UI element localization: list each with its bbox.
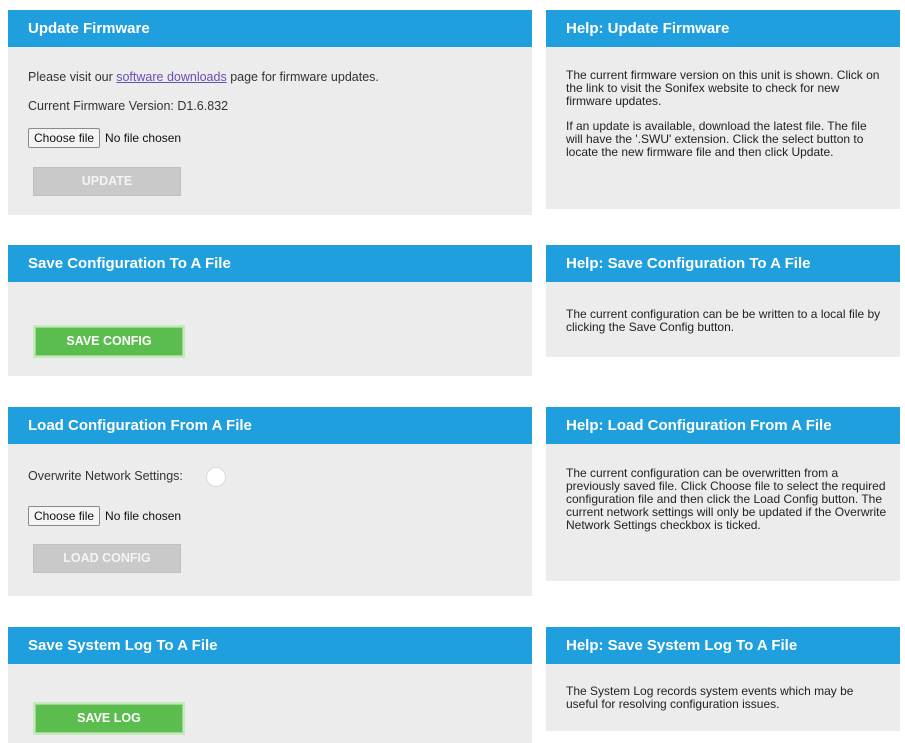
overwrite-network-label: Overwrite Network Settings: [28, 469, 183, 483]
help-save-config-header: Help: Save Configuration To A File [546, 245, 900, 282]
update-firmware-header: Update Firmware [8, 10, 532, 47]
firmware-file-picker: Choose file No file chosen [28, 128, 181, 148]
help-load-config-body: The current configuration can be overwri… [566, 467, 888, 544]
help-save-log-header: Help: Save System Log To A File [546, 627, 900, 664]
help-save-log-p1: The System Log records system events whi… [566, 684, 854, 711]
help-save-log-panel: Help: Save System Log To A File The Syst… [546, 627, 900, 731]
help-update-firmware-header: Help: Update Firmware [546, 10, 900, 47]
firmware-version-label: Current Firmware Version: [28, 99, 174, 113]
help-save-config-p1: The current configuration can be be writ… [566, 307, 881, 334]
save-log-button[interactable]: SAVE LOG [35, 704, 183, 733]
help-update-firmware-p2: If an update is available, download the … [566, 119, 867, 159]
load-config-file-status: No file chosen [105, 509, 182, 523]
firmware-version-value: D1.6.832 [177, 99, 229, 113]
help-update-firmware-panel: Help: Update Firmware The current firmwa… [546, 10, 900, 209]
visit-suffix: page for firmware updates. [226, 70, 379, 84]
firmware-version-text: Current Firmware Version: D1.6.832 [28, 99, 228, 113]
overwrite-network-checkbox[interactable] [206, 467, 226, 487]
help-load-config-header: Help: Load Configuration From A File [546, 407, 900, 444]
load-config-button[interactable]: LOAD CONFIG [33, 544, 181, 573]
help-load-config-panel: Help: Load Configuration From A File The… [546, 407, 900, 581]
save-config-button[interactable]: SAVE CONFIG [35, 327, 183, 356]
save-log-panel: Save System Log To A File SAVE LOG [8, 627, 532, 743]
firmware-visit-text: Please visit our software downloads page… [28, 70, 379, 84]
help-load-config-p1: The current configuration can be overwri… [566, 466, 887, 532]
update-firmware-panel: Update Firmware Please visit our softwar… [8, 10, 532, 215]
save-config-panel: Save Configuration To A File SAVE CONFIG [8, 245, 532, 376]
help-update-firmware-p1: The current firmware version on this uni… [566, 68, 880, 108]
load-config-file-picker: Choose file No file chosen [28, 506, 181, 526]
load-config-panel: Load Configuration From A File Overwrite… [8, 407, 532, 596]
save-config-header: Save Configuration To A File [8, 245, 532, 282]
update-button[interactable]: UPDATE [33, 167, 181, 196]
load-config-header: Load Configuration From A File [8, 407, 532, 444]
software-downloads-link[interactable]: software downloads [116, 70, 226, 84]
firmware-choose-file-button[interactable]: Choose file [28, 128, 101, 148]
help-save-config-body: The current configuration can be be writ… [566, 308, 886, 346]
save-log-header: Save System Log To A File [8, 627, 532, 664]
visit-prefix: Please visit our [28, 70, 117, 84]
help-save-log-body: The System Log records system events whi… [566, 685, 886, 723]
load-config-choose-file-button[interactable]: Choose file [28, 506, 101, 526]
firmware-file-status: No file chosen [105, 131, 182, 145]
help-update-firmware-body: The current firmware version on this uni… [566, 69, 886, 171]
help-save-config-panel: Help: Save Configuration To A File The c… [546, 245, 900, 357]
